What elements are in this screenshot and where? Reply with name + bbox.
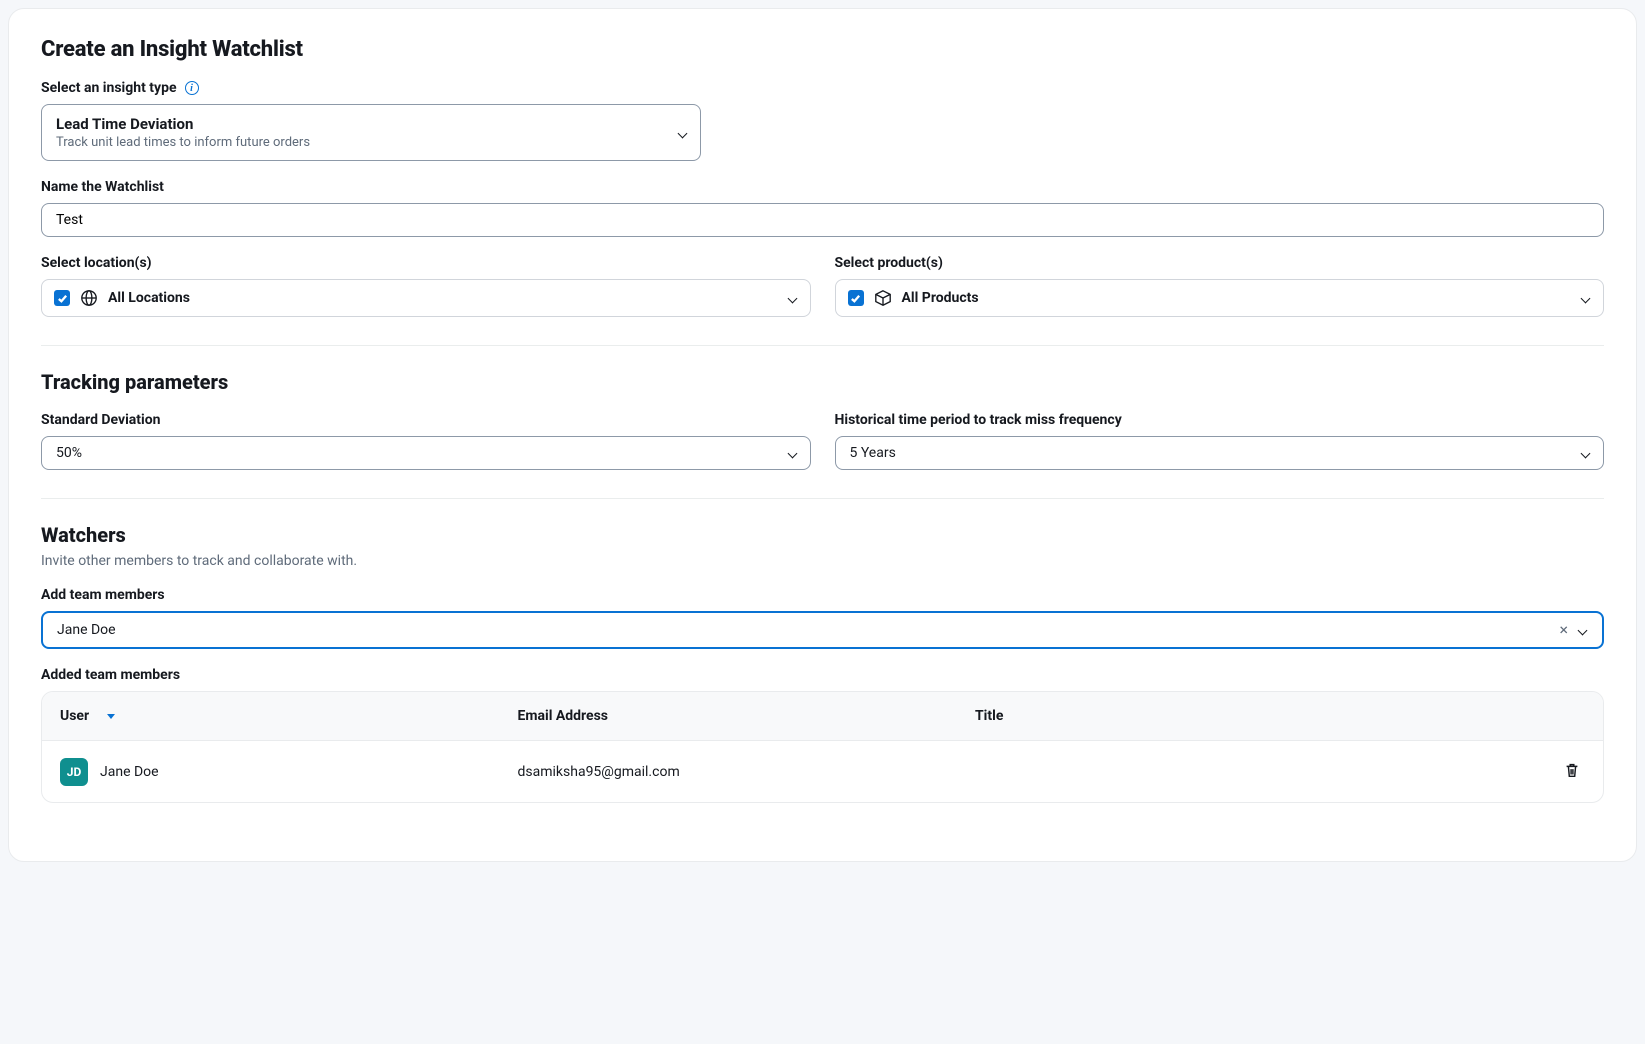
clear-icon[interactable]: × (1559, 622, 1568, 638)
chevron-down-icon (678, 128, 688, 138)
members-table-header: User Email Address Title (42, 692, 1603, 740)
locations-all-checkbox[interactable] (54, 290, 70, 306)
added-members-label: Added team members (41, 667, 1604, 683)
chevron-down-icon (1581, 448, 1591, 458)
std-dev-field: Standard Deviation 50% (41, 412, 811, 470)
add-members-combobox[interactable]: Jane Doe × (41, 611, 1604, 649)
globe-icon (80, 289, 98, 307)
table-row: JD Jane Doe dsamiksha95@gmail.com (42, 740, 1603, 802)
locations-label: Select location(s) (41, 255, 811, 271)
divider (41, 498, 1604, 499)
chevron-down-icon (788, 293, 798, 303)
tracking-title: Tracking parameters (41, 370, 1604, 394)
products-all-checkbox[interactable] (848, 290, 864, 306)
insight-type-selected-desc: Track unit lead times to inform future o… (56, 135, 664, 150)
products-label: Select product(s) (835, 255, 1605, 271)
delete-member-button[interactable] (1559, 757, 1585, 786)
chevron-down-icon (1581, 293, 1591, 303)
hist-period-field: Historical time period to track miss fre… (835, 412, 1605, 470)
chevron-down-icon (1578, 625, 1588, 635)
package-icon (874, 289, 892, 307)
watchlist-name-input[interactable] (41, 203, 1604, 237)
col-title[interactable]: Title (975, 708, 1433, 724)
member-name: Jane Doe (100, 764, 159, 780)
watchers-title: Watchers (41, 523, 1604, 547)
add-members-field: Add team members Jane Doe × (41, 587, 1604, 649)
avatar: JD (60, 758, 88, 786)
add-members-value: Jane Doe (57, 622, 116, 638)
products-field: Select product(s) All Products (835, 255, 1605, 317)
insight-type-label-text: Select an insight type (41, 80, 177, 96)
locations-select[interactable]: All Locations (41, 279, 811, 317)
page-title: Create an Insight Watchlist (41, 37, 1604, 62)
col-user[interactable]: User (60, 708, 518, 724)
insight-type-field: Select an insight type i Lead Time Devia… (41, 80, 1604, 161)
added-members-section: Added team members User Email Address Ti… (41, 667, 1604, 803)
watchlist-name-field: Name the Watchlist (41, 179, 1604, 237)
sort-desc-icon (107, 714, 115, 719)
hist-period-label: Historical time period to track miss fre… (835, 412, 1605, 428)
std-dev-label: Standard Deviation (41, 412, 811, 428)
products-all-label: All Products (902, 290, 979, 306)
insight-type-select[interactable]: Lead Time Deviation Track unit lead time… (41, 104, 701, 161)
std-dev-value: 50% (56, 445, 82, 461)
info-icon[interactable]: i (185, 81, 199, 95)
hist-period-select[interactable]: 5 Years (835, 436, 1605, 470)
col-email[interactable]: Email Address (518, 708, 976, 724)
tracking-row: Standard Deviation 50% Historical time p… (41, 412, 1604, 470)
hist-period-value: 5 Years (850, 445, 896, 461)
watchlist-form-panel: Create an Insight Watchlist Select an in… (8, 8, 1637, 862)
col-user-text: User (60, 708, 89, 724)
member-email: dsamiksha95@gmail.com (518, 764, 976, 780)
insight-type-label: Select an insight type i (41, 80, 1604, 96)
std-dev-select[interactable]: 50% (41, 436, 811, 470)
watchers-subtitle: Invite other members to track and collab… (41, 553, 1604, 569)
divider (41, 345, 1604, 346)
location-product-row: Select location(s) All Locations Select … (41, 255, 1604, 317)
add-members-label: Add team members (41, 587, 1604, 603)
chevron-down-icon (788, 448, 798, 458)
locations-all-label: All Locations (108, 290, 190, 306)
products-select[interactable]: All Products (835, 279, 1605, 317)
watchlist-name-label: Name the Watchlist (41, 179, 1604, 195)
locations-field: Select location(s) All Locations (41, 255, 811, 317)
members-table: User Email Address Title JD Jane Doe dsami… (41, 691, 1604, 803)
insight-type-selected-title: Lead Time Deviation (56, 115, 664, 133)
